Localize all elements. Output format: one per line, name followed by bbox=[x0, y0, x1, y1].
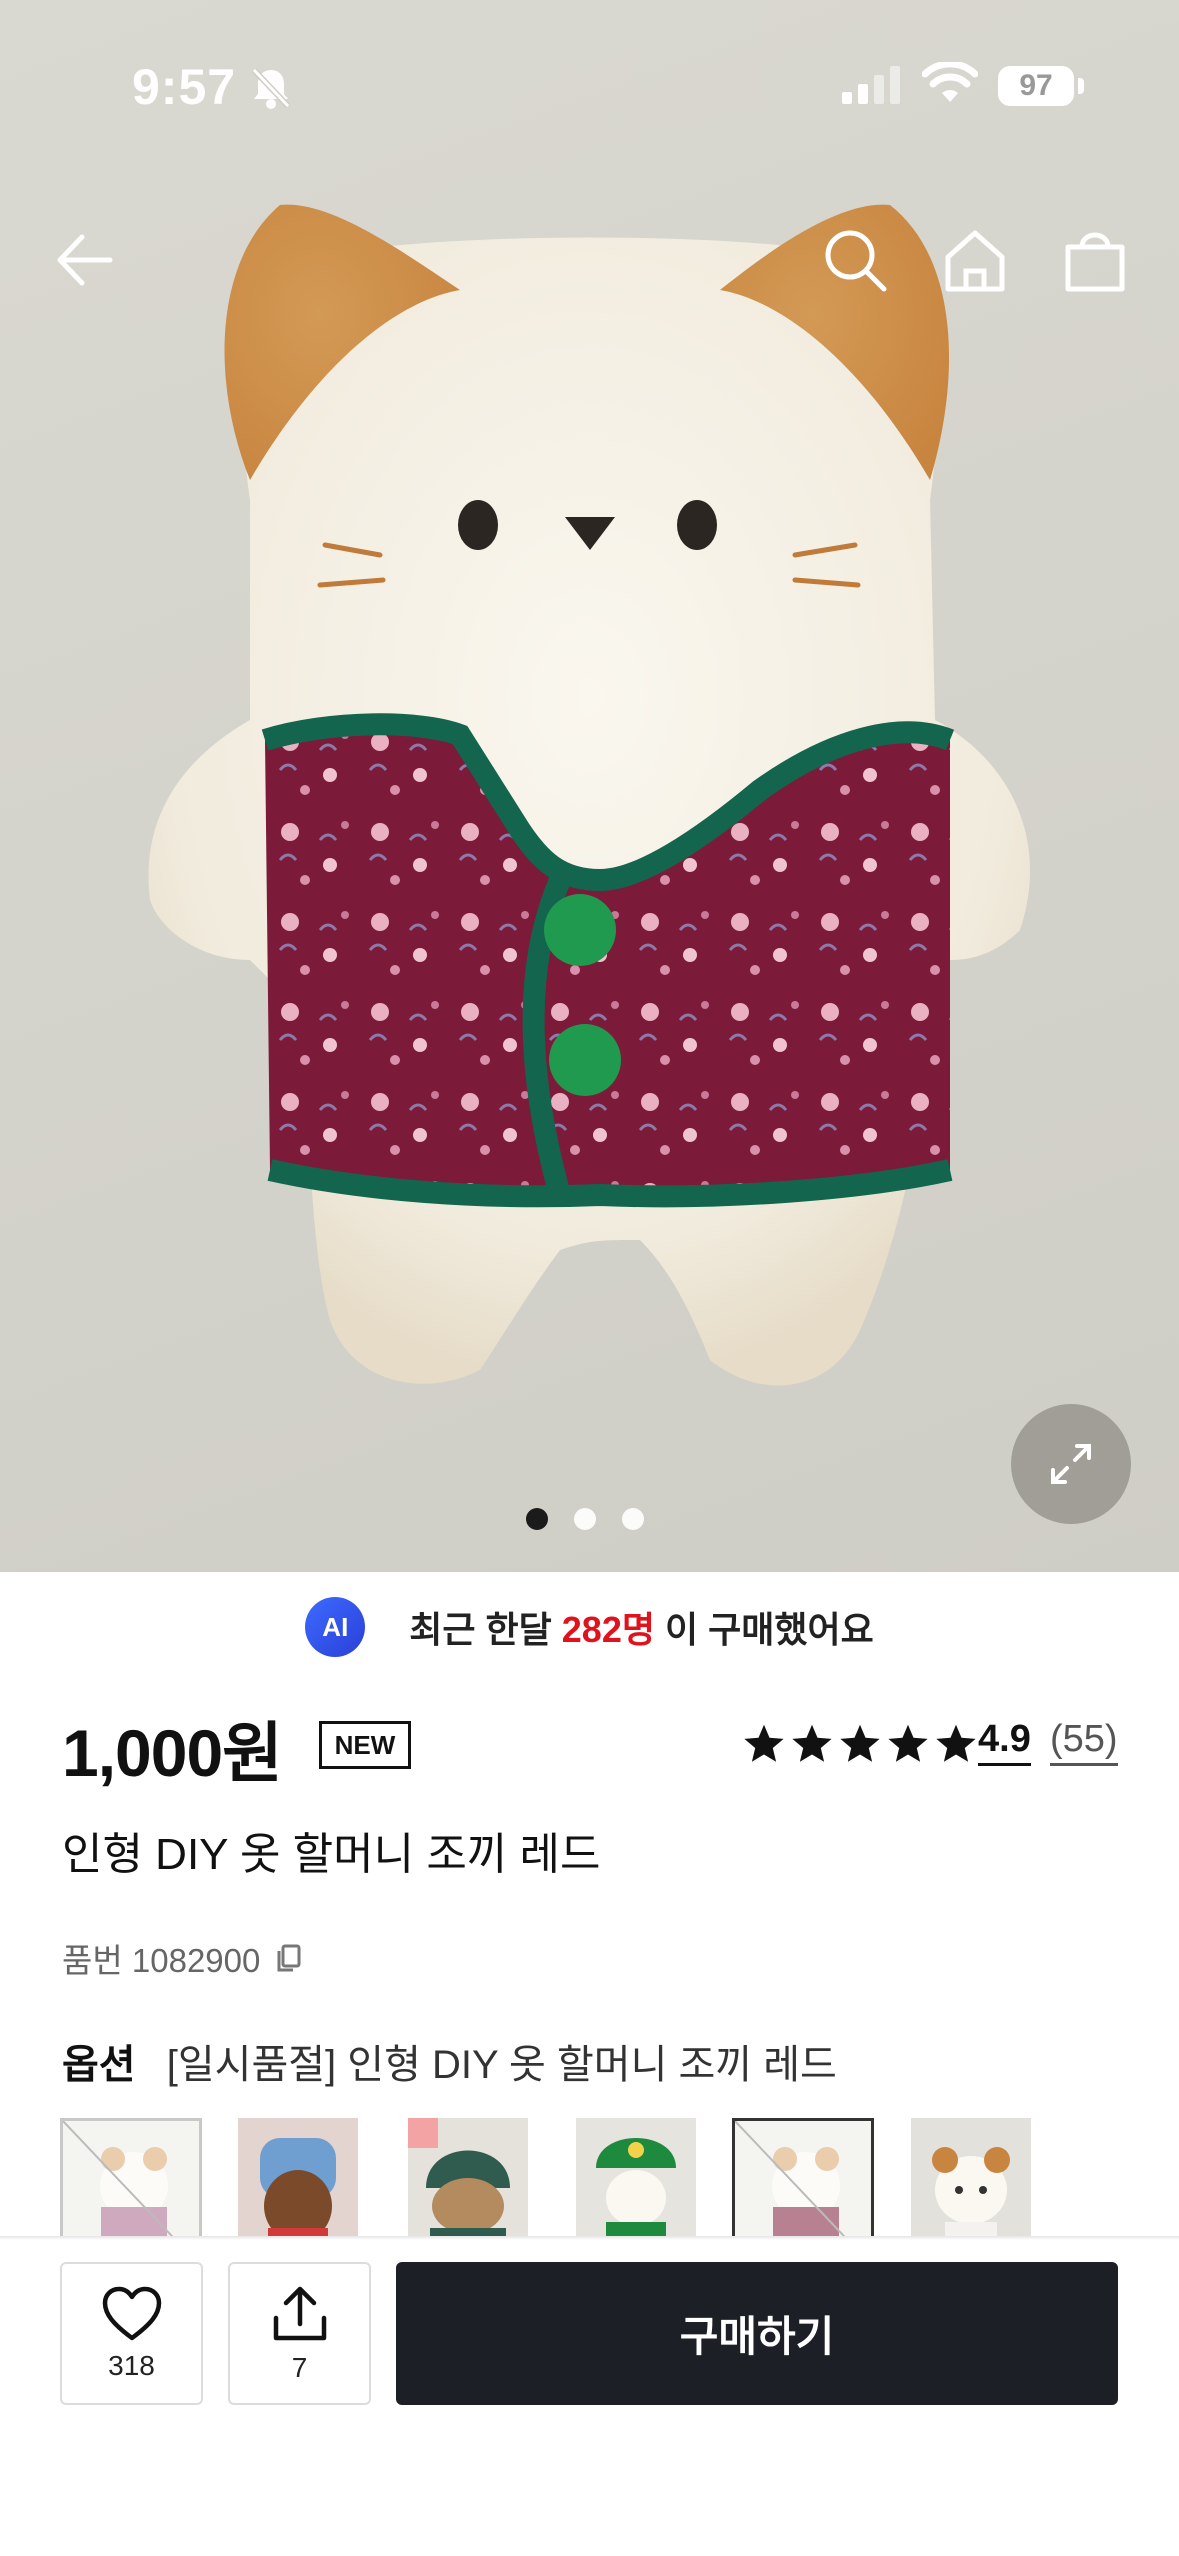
thumb-option-6[interactable] bbox=[911, 2118, 1053, 2238]
option-image-selected bbox=[735, 2121, 871, 2238]
star-icon bbox=[840, 1724, 880, 1762]
product-title: 인형 DIY 옷 할머니 조끼 레드 bbox=[62, 1830, 601, 1879]
star-icon bbox=[888, 1724, 928, 1762]
option-image-green-hat bbox=[408, 2118, 528, 2238]
pagination-dot-1[interactable] bbox=[526, 1508, 548, 1530]
option-image-blue-hood bbox=[238, 2118, 358, 2238]
option-image-cat-white bbox=[911, 2118, 1031, 2238]
cell-signal-icon bbox=[842, 66, 900, 104]
gallery-pagination bbox=[526, 1508, 644, 1530]
clock: 9:57 bbox=[132, 59, 237, 115]
thumb-option-3[interactable] bbox=[408, 2118, 550, 2238]
product-image-gallery[interactable]: 9:57 97 bbox=[0, 0, 1179, 1572]
copy-icon[interactable] bbox=[274, 1942, 304, 1974]
new-badge: NEW bbox=[319, 1721, 411, 1769]
sku-text: 품번 1082900 bbox=[62, 1942, 261, 1979]
buy-button[interactable]: 구매하기 bbox=[396, 2262, 1118, 2405]
thumb-option-2[interactable] bbox=[238, 2118, 380, 2238]
rating-stars[interactable] bbox=[742, 1722, 978, 1766]
silent-bell-icon bbox=[251, 67, 291, 109]
option-selector[interactable]: 옵션 [일시품절] 인형 DIY 옷 할머니 조끼 레드 bbox=[62, 2032, 837, 2090]
battery-level: 97 bbox=[998, 66, 1074, 106]
star-icon bbox=[744, 1724, 784, 1762]
arrow-left-icon[interactable] bbox=[50, 225, 120, 295]
share-icon bbox=[273, 2286, 326, 2340]
search-icon[interactable] bbox=[820, 225, 890, 295]
product-price: 1,000원 bbox=[62, 1716, 283, 1790]
product-page: 9:57 97 AI 최근 한달 282명 이 구매했어요 1,000원 NEW… bbox=[0, 0, 1179, 2556]
product-sku: 품번 1082900 bbox=[62, 1934, 304, 1982]
expand-icon bbox=[1051, 1444, 1091, 1484]
pagination-dot-2[interactable] bbox=[574, 1508, 596, 1530]
status-bar: 9:57 97 bbox=[0, 0, 1179, 150]
thumb-option-5-selected[interactable] bbox=[732, 2118, 874, 2238]
purchase-count-banner: AI 최근 한달 282명 이 구매했어요 bbox=[0, 1592, 1179, 1662]
heart-icon bbox=[102, 2286, 161, 2340]
star-icon bbox=[936, 1724, 976, 1762]
expand-image-button[interactable] bbox=[1011, 1404, 1131, 1524]
star-icon bbox=[792, 1724, 832, 1762]
wifi-icon bbox=[922, 62, 978, 102]
option-image-sold-out bbox=[63, 2121, 199, 2238]
thumb-option-4[interactable] bbox=[576, 2118, 718, 2238]
option-thumbnails bbox=[60, 2118, 1160, 2238]
like-count: 318 bbox=[108, 2349, 155, 2381]
promo-suffix: 이 구매했어요 bbox=[664, 1609, 874, 1650]
option-image-green-cap bbox=[576, 2118, 696, 2238]
share-count: 7 bbox=[291, 2351, 308, 2383]
review-count-link[interactable]: (55) bbox=[1050, 1718, 1118, 1766]
battery-cap bbox=[1078, 78, 1084, 94]
promo-count: 282명 bbox=[561, 1609, 655, 1650]
option-selected-value: [일시품절] 인형 DIY 옷 할머니 조끼 레드 bbox=[166, 2043, 837, 2087]
rating-score[interactable]: 4.9 bbox=[978, 1718, 1031, 1766]
thumb-option-1[interactable] bbox=[60, 2118, 202, 2238]
pagination-dot-3[interactable] bbox=[622, 1508, 644, 1530]
home-icon[interactable] bbox=[940, 225, 1010, 295]
ai-badge: AI bbox=[305, 1597, 366, 1657]
option-label: 옵션 bbox=[62, 2043, 136, 2087]
like-button[interactable]: 318 bbox=[60, 2262, 203, 2405]
promo-prefix: 최근 한달 bbox=[409, 1609, 552, 1650]
share-button[interactable]: 7 bbox=[228, 2262, 371, 2405]
shopping-bag-icon[interactable] bbox=[1060, 225, 1130, 295]
